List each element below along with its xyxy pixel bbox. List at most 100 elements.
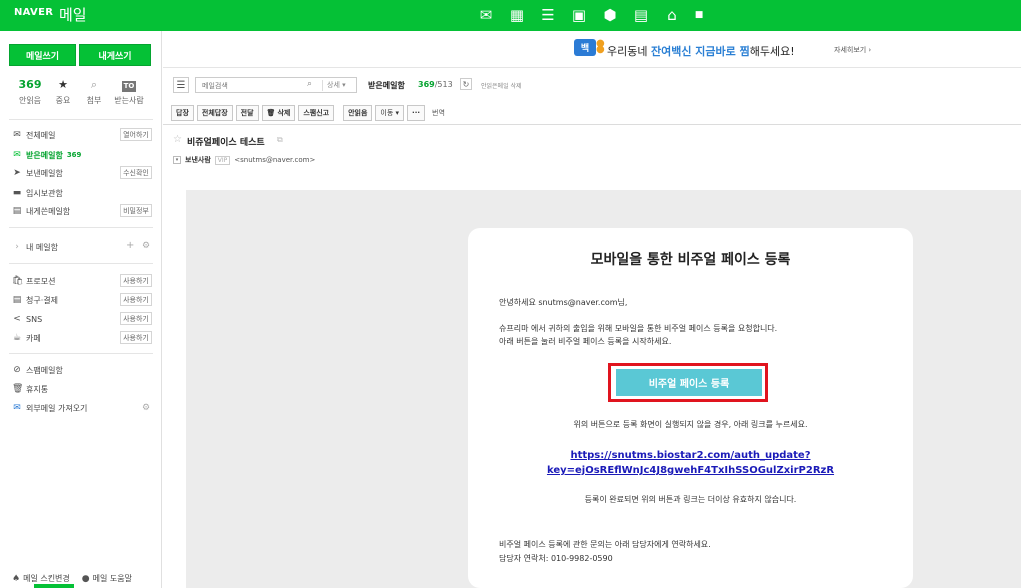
visual-face-register-button[interactable]: 비주얼 페이스 등록 — [616, 369, 762, 396]
contact-text: 담당자 연락처: 010-9982-0590 — [499, 554, 613, 563]
auth-link-line1: https://snutms.biostar2.com/auth_update? — [570, 450, 811, 461]
settings-app-icon[interactable]: ⬢ — [600, 5, 620, 25]
menu-toggle-button[interactable]: ☰ — [173, 77, 189, 93]
sidebar-item-all-mail[interactable]: ✉ 전체메일 — [12, 128, 55, 142]
banner-more-link[interactable]: 자세히보기 › — [834, 45, 871, 55]
sidebar-tag-button[interactable]: 사용하기 — [120, 274, 152, 287]
expand-toggle-icon[interactable]: ▾ — [173, 156, 181, 164]
gear-icon[interactable]: ⚙ — [142, 241, 150, 251]
sidebar-item-label: 내게쓴메일함 — [26, 206, 71, 216]
sidebar-item-spam[interactable]: ⊘ 스팸메일함 — [12, 363, 63, 377]
quick-attachment[interactable]: ⌕ 첨부 — [79, 78, 109, 106]
naver-logo[interactable]: NAVER — [14, 7, 53, 18]
mail-help-link[interactable]: ● 메일 도움말 — [82, 573, 132, 584]
sender-address[interactable]: <snutms@naver.com> — [234, 156, 315, 164]
delete-label: 삭제 — [277, 109, 291, 117]
sidebar-tag-button[interactable]: 열어하기 — [120, 128, 152, 141]
action-buttons: 답장 전체답장 전달 🗑 삭제 스팸신고 안읽음 이동 ▾ ··· 번역 — [171, 105, 449, 121]
write-mail-button[interactable]: 메일쓰기 — [9, 44, 76, 66]
skin-change-link[interactable]: ♠ 메일 스킨변경 — [12, 573, 70, 584]
search-input[interactable] — [202, 80, 302, 91]
mail-subject: 비쥬얼페이스 테스트 — [187, 138, 265, 148]
sidebar-item-label: 청구·결제 — [26, 295, 58, 305]
report-spam-button[interactable]: 스팸신고 — [298, 105, 335, 121]
sidebar-item-sent[interactable]: ➤ 보낸메일함 — [12, 166, 63, 180]
sidebar-divider — [9, 227, 153, 228]
sidebar-tag-button[interactable]: 사용하기 — [120, 293, 152, 306]
delete-unread-link[interactable]: 안읽은메일 삭제 — [481, 81, 522, 90]
instruction-text: 아래 버튼을 눌러 비주얼 페이스 등록을 시작하세요. — [499, 337, 672, 346]
search-icon[interactable]: ⌕ — [307, 79, 312, 89]
refresh-button[interactable]: ↻ — [460, 78, 472, 90]
sidebar-item-label: SNS — [26, 314, 43, 324]
sidebar-item-external-mail[interactable]: ✉ 외부메일 가져오기 — [12, 401, 87, 415]
promotion-icon: 🛍 — [12, 276, 24, 286]
sidebar-divider — [9, 263, 153, 264]
mark-unread-button[interactable]: 안읽음 — [343, 105, 373, 121]
reply-button[interactable]: 답장 — [171, 105, 194, 121]
reply-all-button[interactable]: 전체답장 — [196, 105, 233, 121]
sidebar-item-promotion[interactable]: 🛍 프로모션 — [12, 274, 55, 288]
list-app-icon[interactable]: ☰ — [538, 5, 558, 25]
skin-change-label: 메일 스킨변경 — [23, 574, 70, 583]
ad-banner[interactable]: 백 ● ● 우리동네 잔여백신 지금바로 찜해두세요! 자세히보기 › — [163, 31, 1021, 68]
sidebar-item-billing[interactable]: ▤ 청구·결제 — [12, 293, 58, 307]
sidebar-tag-button[interactable]: 사용하기 — [120, 331, 152, 344]
more-actions-button[interactable]: ··· — [407, 105, 426, 121]
trash-icon: 🗑 — [12, 384, 24, 394]
request-text: 슈프리마 에서 귀하의 출입을 위해 모바일을 통한 비주얼 페이스 등록을 요… — [499, 324, 778, 333]
banner-dots-icon: ● ● — [596, 38, 605, 55]
email-card: 모바일을 통한 비주얼 페이스 등록 안녕하세요 snutms@naver.co… — [468, 228, 913, 588]
translate-button[interactable]: 번역 — [428, 105, 449, 121]
sidebar-item-sns[interactable]: < SNS — [12, 312, 42, 326]
sender-label: 보낸사람 — [185, 156, 211, 164]
billing-icon: ▤ — [12, 295, 22, 305]
mail-count-unread: 369 — [418, 80, 435, 89]
sidebar-tag-button[interactable]: 사용하기 — [120, 312, 152, 325]
inbox-count: 369 — [66, 151, 82, 159]
sidebar-item-inbox[interactable]: ✉ 받은메일함 369 — [12, 148, 81, 162]
write-to-self-button[interactable]: 내게쓰기 — [79, 44, 151, 66]
sidebar-item-trash[interactable]: 🗑 휴지통 — [12, 382, 48, 396]
forward-button[interactable]: 전달 — [235, 105, 259, 121]
calendar-app-icon[interactable]: ▦ — [507, 5, 527, 25]
paperclip-icon: ⌕ — [90, 78, 98, 91]
sidebar-tag-button[interactable]: 수신확인 — [120, 166, 152, 179]
mail-service-title[interactable]: 메일 — [59, 4, 87, 25]
popup-icon[interactable]: ⧉ — [277, 135, 283, 145]
sidebar-item-drafts[interactable]: ▬ 임시보관함 — [12, 186, 63, 200]
gear-icon[interactable]: ⚙ — [142, 403, 150, 413]
sidebar-item-cafe[interactable]: ☕ 카페 — [12, 331, 41, 345]
quick-important[interactable]: ★ 중요 — [48, 78, 78, 106]
add-folder-icon[interactable]: + — [126, 240, 134, 251]
delete-button[interactable]: 🗑 삭제 — [261, 105, 296, 121]
sidebar-item-label: 보낸메일함 — [26, 168, 63, 178]
expire-notice: 등록이 완료되면 위의 버튼과 링크는 더이상 유효하지 않습니다. — [584, 495, 797, 504]
quick-unread-label: 안읽음 — [18, 96, 42, 105]
memo-app-icon[interactable]: ▤ — [631, 5, 651, 25]
home-app-icon[interactable]: ⌂ — [662, 5, 682, 25]
vip-badge[interactable]: VIP — [214, 155, 231, 165]
inquiry-text: 비주얼 페이스 등록에 관한 문의는 아래 담당자에게 연락하세요. — [499, 540, 711, 549]
move-dropdown[interactable]: 이동 ▾ — [375, 105, 405, 121]
star-icon[interactable]: ☆ — [173, 134, 182, 145]
mail-app-icon[interactable]: ✉ — [476, 5, 496, 25]
quick-unread[interactable]: 369 안읽음 — [15, 78, 45, 106]
fallback-text: 위의 버튼으로 등록 화면이 실행되지 않을 경우, 아래 링크를 누르세요. — [573, 420, 808, 429]
banner-text: 우리동네 잔여백신 지금바로 찜해두세요! — [607, 43, 795, 59]
sent-icon: ➤ — [13, 168, 21, 178]
banner-text-before: 우리동네 — [607, 45, 651, 58]
sidebar-tag-button[interactable]: 비밀정부 — [120, 204, 152, 217]
auth-update-link[interactable]: https://snutms.biostar2.com/auth_update?… — [468, 448, 913, 478]
hamburger-icon: ☰ — [176, 79, 186, 91]
sidebar-item-self-mail[interactable]: ▤ 내게쓴메일함 — [12, 204, 70, 218]
more-app-icon[interactable]: ■ — [693, 5, 705, 25]
inbox-icon: ✉ — [13, 150, 21, 160]
search-detail-dropdown[interactable]: 상세 ▾ — [322, 80, 346, 91]
cafe-icon: ☕ — [12, 333, 22, 343]
quick-to-me[interactable]: TO 받는사람 — [114, 78, 144, 106]
contacts-app-icon[interactable]: ▣ — [569, 5, 589, 25]
sidebar-item-my-folders[interactable]: › 내 메일함 — [12, 240, 58, 254]
greeting-text: 안녕하세요 snutms@naver.com님, — [499, 298, 628, 307]
help-icon: ● — [81, 573, 90, 584]
